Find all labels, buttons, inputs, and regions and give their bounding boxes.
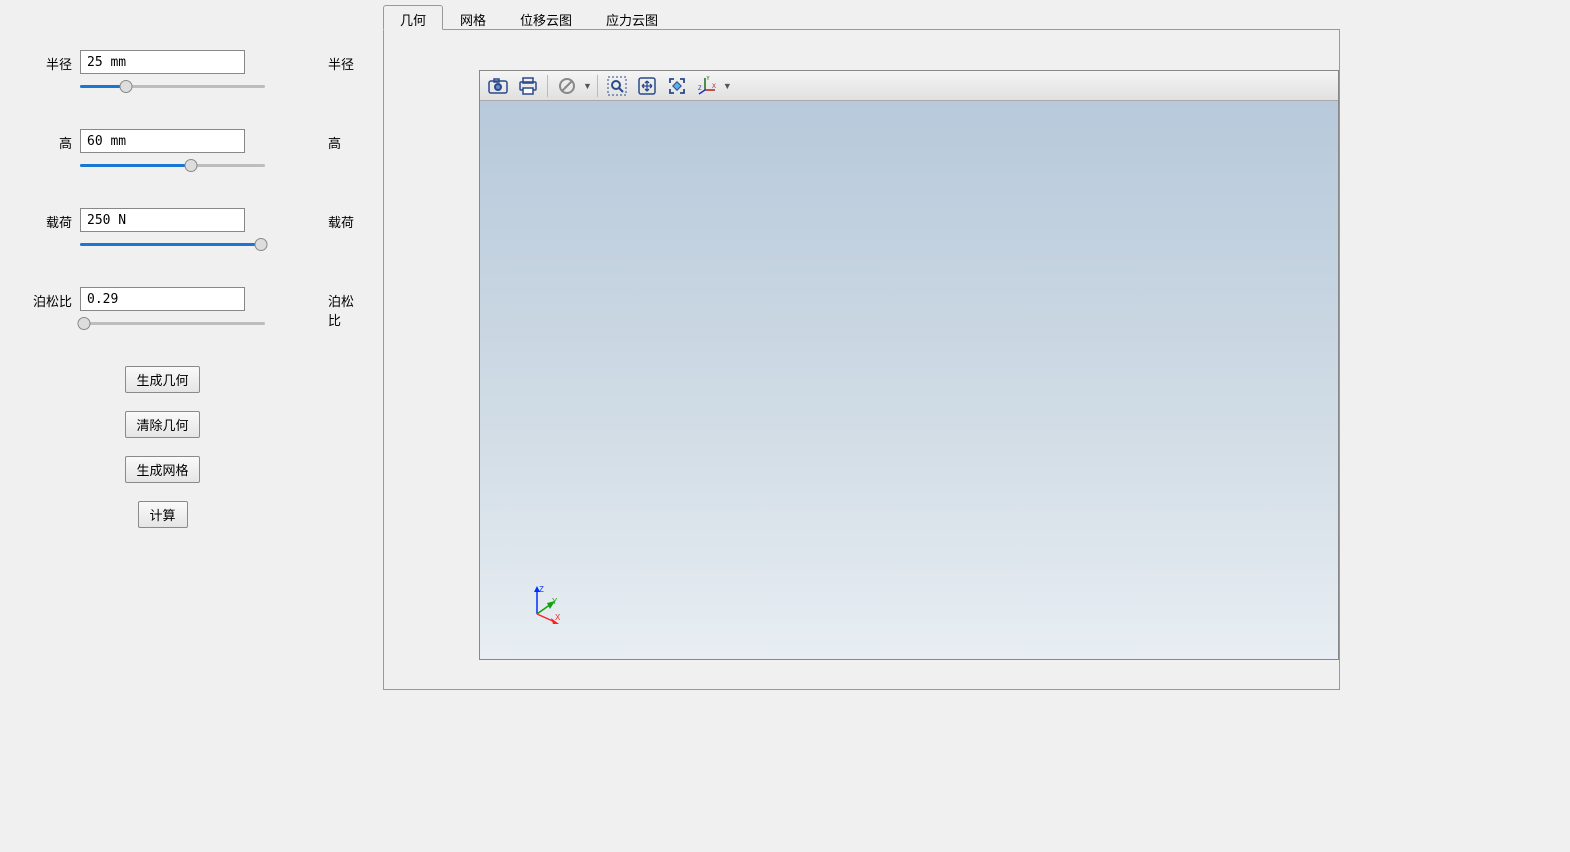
height-slider[interactable]: [80, 159, 265, 173]
action-buttons: 生成几何 清除几何 生成网格 计算: [20, 366, 250, 528]
canvas-3d[interactable]: Z X Y: [480, 101, 1338, 659]
generate-geometry-button[interactable]: 生成几何: [125, 366, 199, 393]
load-slider[interactable]: [80, 238, 265, 252]
axes-icon[interactable]: Y X Z: [693, 73, 721, 99]
viewport: ▼: [479, 70, 1339, 660]
height-label-left: 高: [20, 129, 80, 152]
svg-text:Z: Z: [698, 86, 702, 92]
dropdown-arrow-icon: ▼: [583, 81, 592, 91]
axis-triad: Z X Y: [525, 584, 565, 624]
left-panel: 半径 半径 高 高: [0, 0, 383, 852]
pan-icon[interactable]: [633, 73, 661, 99]
poisson-label-right: 泊松比: [303, 287, 363, 329]
radius-input[interactable]: [80, 50, 245, 74]
tab-displacement[interactable]: 位移云图: [503, 5, 589, 30]
fit-icon[interactable]: [663, 73, 691, 99]
cancel-icon[interactable]: [553, 73, 581, 99]
svg-text:Z: Z: [539, 585, 544, 594]
height-input[interactable]: [80, 129, 245, 153]
tab-geometry[interactable]: 几何: [383, 5, 443, 30]
toolbar-separator: [547, 75, 548, 97]
height-label-right: 高: [303, 129, 363, 152]
radius-slider[interactable]: [80, 80, 265, 94]
right-panel: 几何 网格 位移云图 应力云图: [383, 0, 1570, 852]
load-label-left: 载荷: [20, 208, 80, 231]
calculate-button[interactable]: 计算: [138, 501, 188, 528]
camera-icon[interactable]: [484, 73, 512, 99]
clear-geometry-button[interactable]: 清除几何: [125, 411, 199, 438]
zoom-select-icon[interactable]: [603, 73, 631, 99]
svg-text:X: X: [712, 84, 716, 90]
tab-mesh[interactable]: 网格: [443, 5, 503, 30]
print-icon[interactable]: [514, 73, 542, 99]
axes-dropdown[interactable]: Y X Z ▼: [693, 73, 732, 99]
load-label-right: 载荷: [303, 208, 363, 231]
viewport-toolbar: ▼: [480, 71, 1338, 101]
cancel-dropdown[interactable]: ▼: [553, 73, 592, 99]
radius-label-right: 半径: [303, 50, 363, 73]
viewport-container: ▼: [383, 30, 1340, 690]
tab-stress[interactable]: 应力云图: [589, 5, 675, 30]
toolbar-separator: [597, 75, 598, 97]
param-radius-row: 半径 半径: [20, 50, 363, 94]
radius-label-left: 半径: [20, 50, 80, 73]
poisson-label-left: 泊松比: [20, 287, 80, 310]
param-poisson-row: 泊松比 泊松比: [20, 287, 363, 331]
load-input[interactable]: [80, 208, 245, 232]
dropdown-arrow-icon: ▼: [723, 81, 732, 91]
param-load-row: 载荷 载荷: [20, 208, 363, 252]
svg-text:X: X: [555, 613, 561, 622]
param-height-row: 高 高: [20, 129, 363, 173]
generate-mesh-button[interactable]: 生成网格: [125, 456, 199, 483]
tab-bar: 几何 网格 位移云图 应力云图: [383, 5, 1340, 30]
poisson-input[interactable]: [80, 287, 245, 311]
poisson-slider[interactable]: [80, 317, 265, 331]
app-root: 半径 半径 高 高: [0, 0, 1570, 852]
svg-text:Y: Y: [706, 76, 710, 82]
svg-text:Y: Y: [552, 597, 558, 606]
